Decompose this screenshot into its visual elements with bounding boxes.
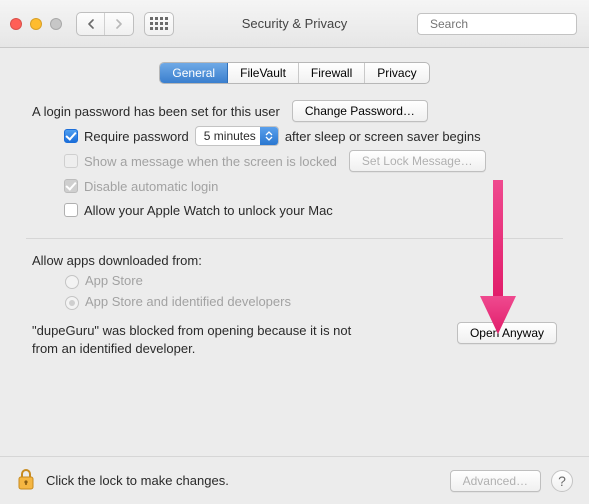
select-stepper-icon <box>260 127 278 145</box>
help-button[interactable]: ? <box>551 470 573 492</box>
lock-icon[interactable] <box>16 467 36 494</box>
search-input[interactable] <box>428 16 587 32</box>
tab-firewall[interactable]: Firewall <box>299 63 365 83</box>
show-message-checkbox <box>64 154 78 168</box>
apple-watch-checkbox[interactable] <box>64 203 78 217</box>
downloads-heading-row: Allow apps downloaded from: <box>32 253 557 268</box>
require-password-checkbox[interactable] <box>64 129 78 143</box>
tab-bar: General FileVault Firewall Privacy <box>20 62 569 84</box>
disable-auto-login-label: Disable automatic login <box>84 179 218 194</box>
appstore-radio <box>65 275 79 289</box>
forward-button[interactable] <box>105 13 133 35</box>
grid-icon <box>150 17 168 30</box>
search-field[interactable] <box>417 13 577 35</box>
login-password-text: A login password has been set for this u… <box>32 104 280 119</box>
set-lock-message-button: Set Lock Message… <box>349 150 486 172</box>
require-password-suffix: after sleep or screen saver begins <box>285 129 481 144</box>
downloads-heading: Allow apps downloaded from: <box>32 253 202 268</box>
nav-back-forward <box>76 12 134 36</box>
advanced-button: Advanced… <box>450 470 541 492</box>
zoom-window-icon <box>50 18 62 30</box>
apple-watch-label: Allow your Apple Watch to unlock your Ma… <box>84 203 333 218</box>
require-password-row: Require password 5 minutes after sleep o… <box>60 126 557 146</box>
identified-radio <box>65 296 79 310</box>
section-divider <box>26 238 563 239</box>
change-password-button[interactable]: Change Password… <box>292 100 428 122</box>
require-password-label: Require password <box>84 129 189 144</box>
tab-privacy[interactable]: Privacy <box>365 63 428 83</box>
apple-watch-row: Allow your Apple Watch to unlock your Ma… <box>60 200 557 220</box>
disable-auto-login-row: Disable automatic login <box>60 176 557 196</box>
window-titlebar: Security & Privacy <box>0 0 589 48</box>
minimize-window-icon[interactable] <box>30 18 42 30</box>
downloads-identified-row: App Store and identified developers <box>60 293 557 310</box>
downloads-appstore-row: App Store <box>60 272 557 289</box>
tab-general[interactable]: General <box>160 63 228 83</box>
identified-radio-label: App Store and identified developers <box>85 294 291 309</box>
traffic-lights <box>10 18 62 30</box>
require-password-delay-select[interactable]: 5 minutes <box>195 126 279 146</box>
tab-filevault[interactable]: FileVault <box>228 63 299 83</box>
show-message-row: Show a message when the screen is locked… <box>60 150 557 172</box>
disable-auto-login-checkbox <box>64 179 78 193</box>
show-message-label: Show a message when the screen is locked <box>84 154 337 169</box>
login-password-row: A login password has been set for this u… <box>32 100 557 122</box>
blocked-app-message: "dupeGuru" was blocked from opening beca… <box>32 322 372 358</box>
lock-hint-text: Click the lock to make changes. <box>46 473 229 488</box>
back-button[interactable] <box>77 13 105 35</box>
show-all-button[interactable] <box>144 12 174 36</box>
appstore-radio-label: App Store <box>85 273 143 288</box>
blocked-app-row: "dupeGuru" was blocked from opening beca… <box>32 322 557 358</box>
open-anyway-button[interactable]: Open Anyway <box>457 322 557 344</box>
require-password-delay-value: 5 minutes <box>204 129 256 143</box>
footer-bar: Click the lock to make changes. Advanced… <box>0 456 589 504</box>
close-window-icon[interactable] <box>10 18 22 30</box>
